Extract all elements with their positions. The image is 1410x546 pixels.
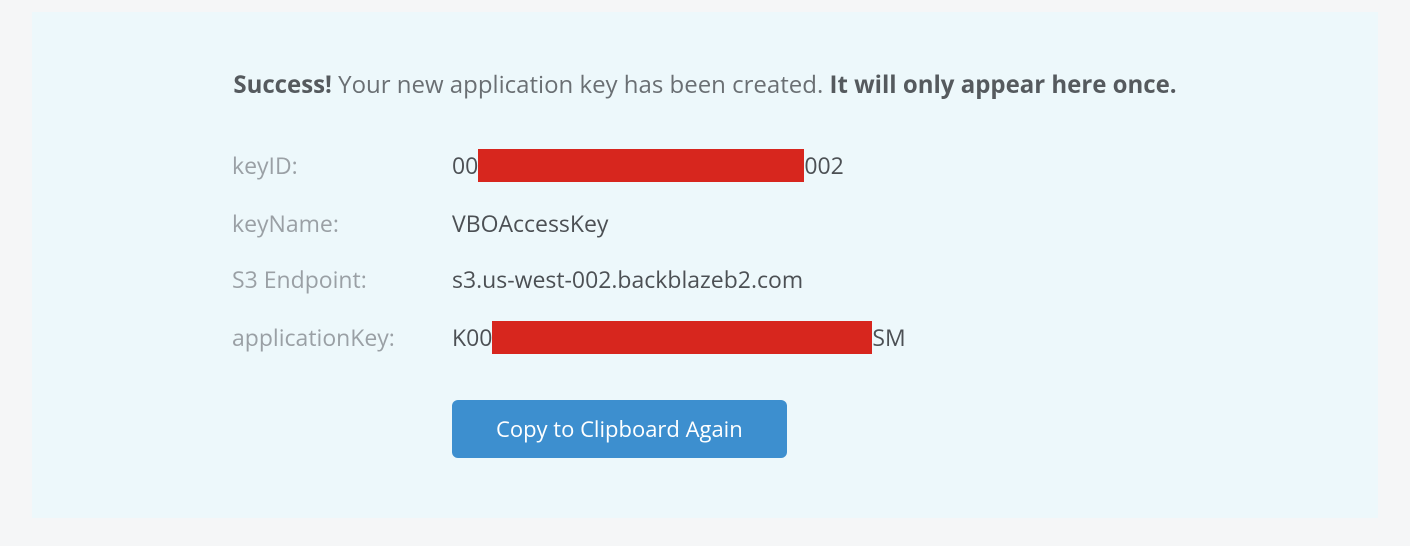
label-keyid: keyID: [232,152,452,180]
success-strong-prefix: Success! [233,68,332,101]
value-keyid: 00 002 [452,149,844,182]
row-keyid: keyID: 00 002 [232,149,1314,182]
redaction-block [492,321,872,354]
key-details: keyID: 00 002 keyName: VBOAccessKey S3 En… [96,149,1314,458]
value-s3-endpoint: s3.us-west-002.backblazeb2.com [452,266,803,294]
row-keyname: keyName: VBOAccessKey [232,210,1314,238]
label-keyname: keyName: [232,210,452,238]
label-s3-endpoint: S3 Endpoint: [232,266,452,294]
value-keyname: VBOAccessKey [452,210,608,238]
keyid-prefix: 00 [452,152,478,180]
redaction-block [478,149,804,182]
value-applicationkey: K00 SM [452,321,906,354]
row-s3-endpoint: S3 Endpoint: s3.us-west-002.backblazeb2.… [232,266,1314,294]
keyid-suffix: 002 [804,152,843,180]
label-applicationkey: applicationKey: [232,324,452,352]
success-message: Success! Your new application key has be… [96,68,1314,101]
copy-to-clipboard-button[interactable]: Copy to Clipboard Again [452,400,787,458]
row-applicationkey: applicationKey: K00 SM [232,321,1314,354]
appkey-prefix: K00 [452,324,492,352]
success-middle: Your new application key has been create… [332,68,830,101]
success-panel: Success! Your new application key has be… [32,12,1378,518]
success-strong-suffix: It will only appear here once. [830,68,1177,101]
appkey-suffix: SM [872,324,905,352]
